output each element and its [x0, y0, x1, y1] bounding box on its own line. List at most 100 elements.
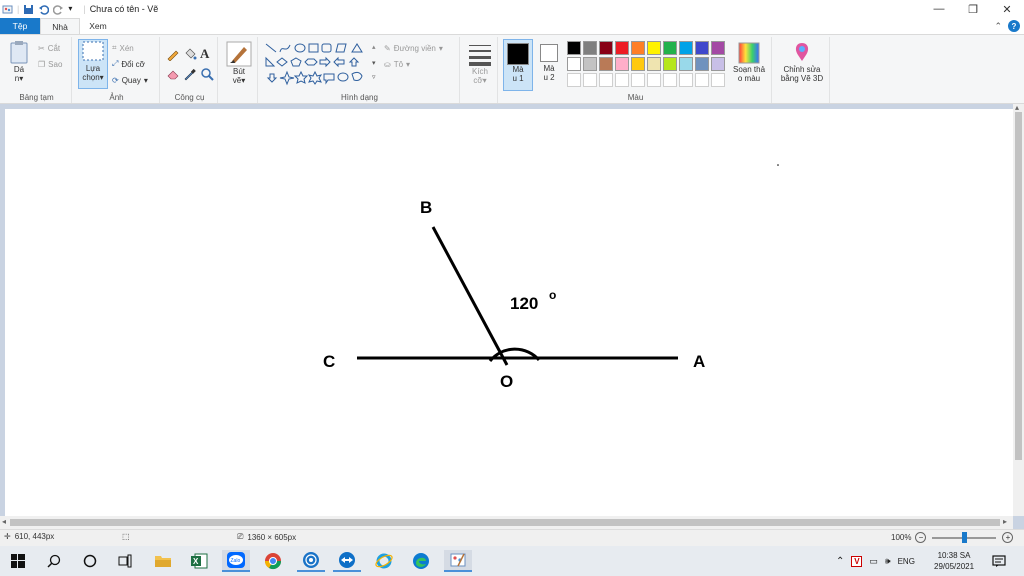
custom-color-slot[interactable] [695, 73, 709, 87]
edit-colors-button[interactable]: Soạn thả o màu [728, 41, 770, 83]
rotate-button[interactable]: ⟳ Quay ▾ [112, 73, 148, 87]
palette-swatch[interactable] [583, 57, 597, 71]
palette-swatch[interactable] [647, 57, 661, 71]
close-button[interactable]: ✕ [990, 0, 1024, 18]
pencil-icon[interactable] [166, 47, 180, 61]
horizontal-scroll-thumb[interactable] [10, 519, 1000, 526]
palette-swatch[interactable] [599, 57, 613, 71]
palette-swatch[interactable] [663, 41, 677, 55]
shapes-scroll-up-icon[interactable]: ▴ [372, 43, 376, 51]
color2-button[interactable]: Mà u 2 [536, 39, 562, 82]
palette-swatch[interactable] [679, 57, 693, 71]
paste-button[interactable]: Dá n▾ [6, 39, 32, 83]
tab-file[interactable]: Tệp [0, 18, 40, 34]
save-icon[interactable] [23, 4, 34, 15]
zoom-out-icon[interactable]: − [915, 532, 927, 543]
palette-swatch[interactable] [599, 41, 613, 55]
magnifier-icon[interactable] [200, 67, 214, 81]
shapes-scroll-down-icon[interactable]: ▾ [372, 59, 376, 67]
scroll-right-icon[interactable]: ▸ [1003, 517, 1007, 526]
file-explorer-button[interactable] [149, 550, 177, 572]
scroll-left-icon[interactable]: ◂ [2, 517, 6, 526]
palette-swatch[interactable] [631, 57, 645, 71]
paint-button[interactable] [444, 550, 472, 572]
clock[interactable]: 10:38 SA 29/05/2021 [934, 546, 974, 576]
fill-bucket-icon[interactable] [183, 47, 197, 61]
restore-button[interactable]: ❐ [956, 0, 990, 18]
palette-swatch[interactable] [615, 57, 629, 71]
palette-swatch[interactable] [647, 41, 661, 55]
custom-color-slot[interactable] [679, 73, 693, 87]
custom-color-slot[interactable] [599, 73, 613, 87]
palette-swatch[interactable] [711, 41, 725, 55]
custom-color-slot[interactable] [631, 73, 645, 87]
eraser-icon[interactable] [166, 67, 180, 81]
help-icon[interactable]: ? [1008, 20, 1020, 32]
crop-button[interactable]: ⌗ Xén [112, 41, 134, 55]
edge-button[interactable] [407, 550, 435, 572]
scroll-up-icon[interactable]: ▴ [1015, 103, 1019, 112]
undo-icon[interactable] [38, 4, 50, 15]
palette-swatch[interactable] [711, 57, 725, 71]
custom-color-slot[interactable] [647, 73, 661, 87]
tab-home[interactable]: Nhà [40, 18, 80, 34]
palette-swatch[interactable] [663, 57, 677, 71]
resize-button[interactable]: ⤢ Đổi cỡ [112, 57, 145, 71]
antivirus-icon[interactable]: V [851, 555, 863, 567]
color-picker-icon[interactable] [183, 67, 197, 81]
battery-icon[interactable]: ▭ [869, 556, 878, 567]
copy-button[interactable]: ❐ Sao [38, 57, 62, 71]
text-tool-icon[interactable]: A [200, 46, 209, 62]
minimize-button[interactable]: — [922, 0, 956, 18]
custom-color-slot[interactable] [711, 73, 725, 87]
paint-app-icon[interactable] [2, 4, 13, 15]
internet-explorer-button[interactable] [370, 550, 398, 572]
language-indicator[interactable]: ENG [898, 557, 915, 566]
remote-app-button[interactable] [297, 550, 325, 572]
size-button[interactable]: Kích cỡ▾ [465, 41, 495, 85]
notifications-button[interactable] [992, 546, 1006, 576]
palette-swatch[interactable] [615, 41, 629, 55]
redo-icon[interactable] [53, 4, 64, 15]
color1-button[interactable]: Mà u 1 [503, 39, 533, 91]
task-view-button[interactable] [111, 550, 139, 572]
zoom-slider-thumb[interactable] [962, 531, 968, 543]
cortana-button[interactable] [76, 550, 104, 572]
shapes-expand-icon[interactable]: ▿ [372, 73, 376, 81]
palette-swatch[interactable] [567, 57, 581, 71]
custom-color-slot[interactable] [663, 73, 677, 87]
brushes-button[interactable]: Bút vẽ▾ [224, 41, 254, 85]
vertical-scrollbar[interactable]: ▴ [1013, 103, 1024, 516]
horizontal-scrollbar[interactable]: ◂ ▸ [0, 516, 1013, 529]
custom-color-slot[interactable] [615, 73, 629, 87]
chrome-button[interactable] [259, 550, 287, 572]
palette-swatch[interactable] [567, 41, 581, 55]
outline-button[interactable]: ✎ Đường viền ▾ [384, 41, 443, 55]
palette-swatch[interactable] [583, 41, 597, 55]
zoom-slider[interactable] [932, 531, 997, 543]
tab-view[interactable]: Xem [80, 18, 116, 34]
collapse-ribbon-icon[interactable]: ⌃ [994, 21, 1002, 32]
show-hidden-icons-icon[interactable]: ⌃ [836, 556, 844, 567]
edit-with-paint3d-button[interactable]: Chỉnh sửa bằng Vẽ 3D [776, 41, 828, 83]
drawing-canvas[interactable]: A B C O 120 o [5, 109, 1013, 517]
cut-button[interactable]: ✂ Cắt [38, 41, 60, 55]
palette-swatch[interactable] [695, 57, 709, 71]
palette-swatch[interactable] [631, 41, 645, 55]
search-button[interactable] [40, 550, 68, 572]
start-button[interactable] [4, 550, 32, 572]
fill-button[interactable]: ⛀ Tô ▾ [384, 57, 410, 71]
custom-color-slot[interactable] [567, 73, 581, 87]
zoom-in-icon[interactable]: + [1002, 532, 1014, 543]
zalo-button[interactable]: Zalo [222, 550, 250, 572]
select-button[interactable]: Lựa chọn▾ [78, 39, 108, 89]
shapes-gallery-icon[interactable] [264, 42, 384, 86]
custom-color-slot[interactable] [583, 73, 597, 87]
palette-swatch[interactable] [679, 41, 693, 55]
excel-button[interactable]: X [185, 550, 213, 572]
volume-icon[interactable]: 🕪 [885, 556, 891, 567]
customize-toolbar-icon[interactable]: ▾ [68, 4, 79, 15]
vertical-scroll-thumb[interactable] [1015, 112, 1022, 460]
palette-swatch[interactable] [695, 41, 709, 55]
teamviewer-button[interactable] [333, 550, 361, 572]
